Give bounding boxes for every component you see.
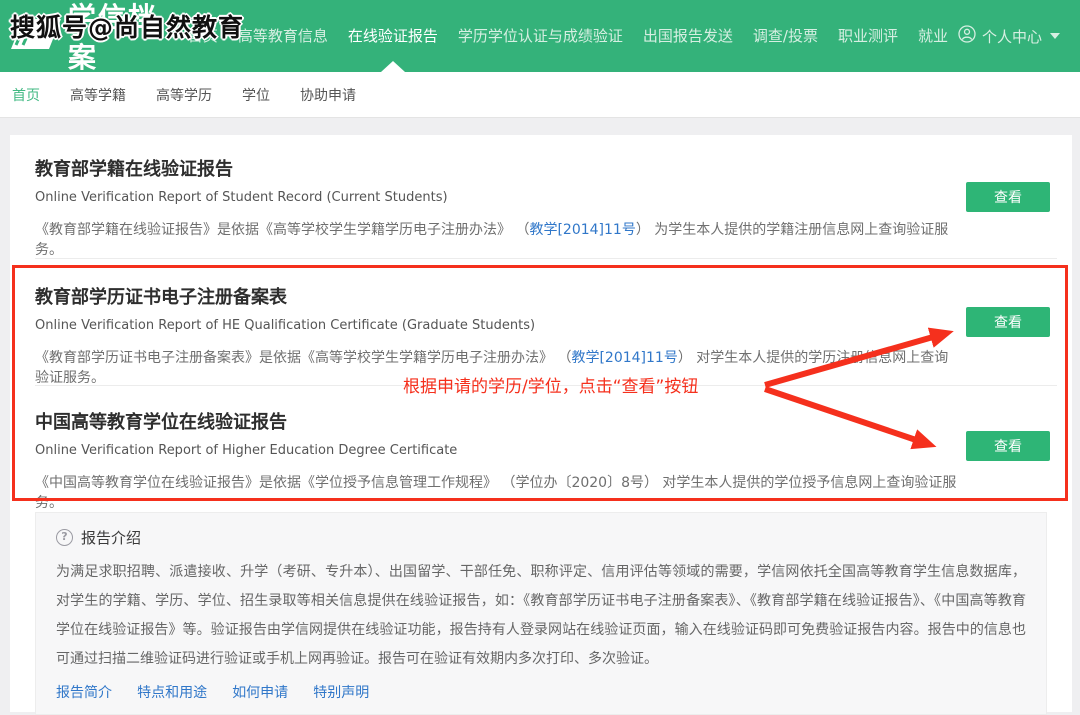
- sub-nav: 首页 高等学籍 高等学历 学位 协助申请: [0, 72, 1080, 118]
- report-section-degree-certificate: 中国高等教育学位在线验证报告 Online Verification Repor…: [35, 410, 962, 513]
- link-special-statement[interactable]: 特别声明: [313, 685, 369, 701]
- nav-item-qualification-authentication[interactable]: 学历学位认证与成绩验证: [448, 0, 633, 72]
- user-menu-label: 个人中心: [982, 26, 1042, 47]
- nav-item-higher-education-info[interactable]: 高等教育信息: [228, 0, 338, 72]
- main-content-card: 教育部学籍在线验证报告 Online Verification Report o…: [10, 135, 1072, 712]
- subnav-item-assisted-application[interactable]: 协助申请: [300, 85, 356, 105]
- user-menu[interactable]: 个人中心: [958, 25, 1080, 47]
- report-section-student-record: 教育部学籍在线验证报告 Online Verification Report o…: [35, 157, 962, 260]
- report-description: 《中国高等教育学位在线验证报告》是依据《学位授予信息管理工作规程》 （学位办〔2…: [35, 473, 962, 513]
- subnav-item-home[interactable]: 首页: [12, 85, 40, 105]
- report-title: 中国高等教育学位在线验证报告: [35, 410, 962, 436]
- intro-body-text: 为满足求职招聘、派遣接收、升学（考研、专升本）、出国留学、干部任免、职称评定、信…: [56, 558, 1026, 674]
- watermark-text: 搜狐号@尚自然教育: [10, 8, 244, 44]
- report-title: 教育部学籍在线验证报告: [35, 157, 962, 183]
- subnav-item-degree[interactable]: 学位: [242, 85, 270, 105]
- report-intro-panel: ? 报告介绍 为满足求职招聘、派遣接收、升学（考研、专升本）、出国留学、干部任免…: [35, 512, 1047, 715]
- annotation-text: 根据申请的学历/学位，点击“查看”按钮: [403, 372, 698, 397]
- view-button-qualification-certificate[interactable]: 查看: [966, 307, 1050, 337]
- subnav-item-qualification[interactable]: 高等学历: [156, 85, 212, 105]
- link-features-and-uses[interactable]: 特点和用途: [137, 685, 207, 701]
- chevron-down-icon: [1050, 33, 1060, 39]
- active-tab-indicator: [381, 61, 405, 72]
- link-report-overview[interactable]: 报告简介: [56, 685, 112, 701]
- section-divider: [35, 258, 1057, 259]
- view-button-student-record[interactable]: 查看: [966, 182, 1050, 212]
- report-subtitle-en: Online Verification Report of Higher Edu…: [35, 442, 962, 460]
- nav-item-overseas-report[interactable]: 出国报告发送: [633, 0, 743, 72]
- intro-header: ? 报告介绍: [56, 527, 1026, 548]
- user-icon: [958, 25, 976, 47]
- view-button-degree-certificate[interactable]: 查看: [966, 431, 1050, 461]
- nav-item-employment[interactable]: 就业: [908, 0, 958, 72]
- report-description: 《教育部学籍在线验证报告》是依据《高等学校学生学籍学历电子注册办法》 （教学[2…: [35, 220, 962, 260]
- intro-title: 报告介绍: [81, 527, 141, 548]
- intro-links: 报告简介 特点和用途 如何申请 特别声明: [56, 682, 1026, 702]
- report-subtitle-en: Online Verification Report of Student Re…: [35, 189, 962, 207]
- link-how-to-apply[interactable]: 如何申请: [232, 685, 288, 701]
- report-subtitle-en: Online Verification Report of HE Qualifi…: [35, 317, 962, 335]
- nav-item-survey-vote[interactable]: 调查/投票: [743, 0, 828, 72]
- subnav-item-student-record[interactable]: 高等学籍: [70, 85, 126, 105]
- nav-item-career-assessment[interactable]: 职业测评: [828, 0, 908, 72]
- nav-item-label: 在线验证报告: [348, 27, 438, 45]
- question-mark-icon: ?: [56, 529, 73, 546]
- main-nav: 首页 高等教育信息 在线验证报告 学历学位认证与成绩验证 出国报告发送 调查/投…: [178, 0, 958, 72]
- report-title: 教育部学历证书电子注册备案表: [35, 285, 962, 311]
- nav-item-online-verification-report[interactable]: 在线验证报告: [338, 0, 448, 72]
- regulation-link[interactable]: 教学[2014]11号: [529, 222, 635, 238]
- regulation-link[interactable]: 教学[2014]11号: [571, 350, 677, 366]
